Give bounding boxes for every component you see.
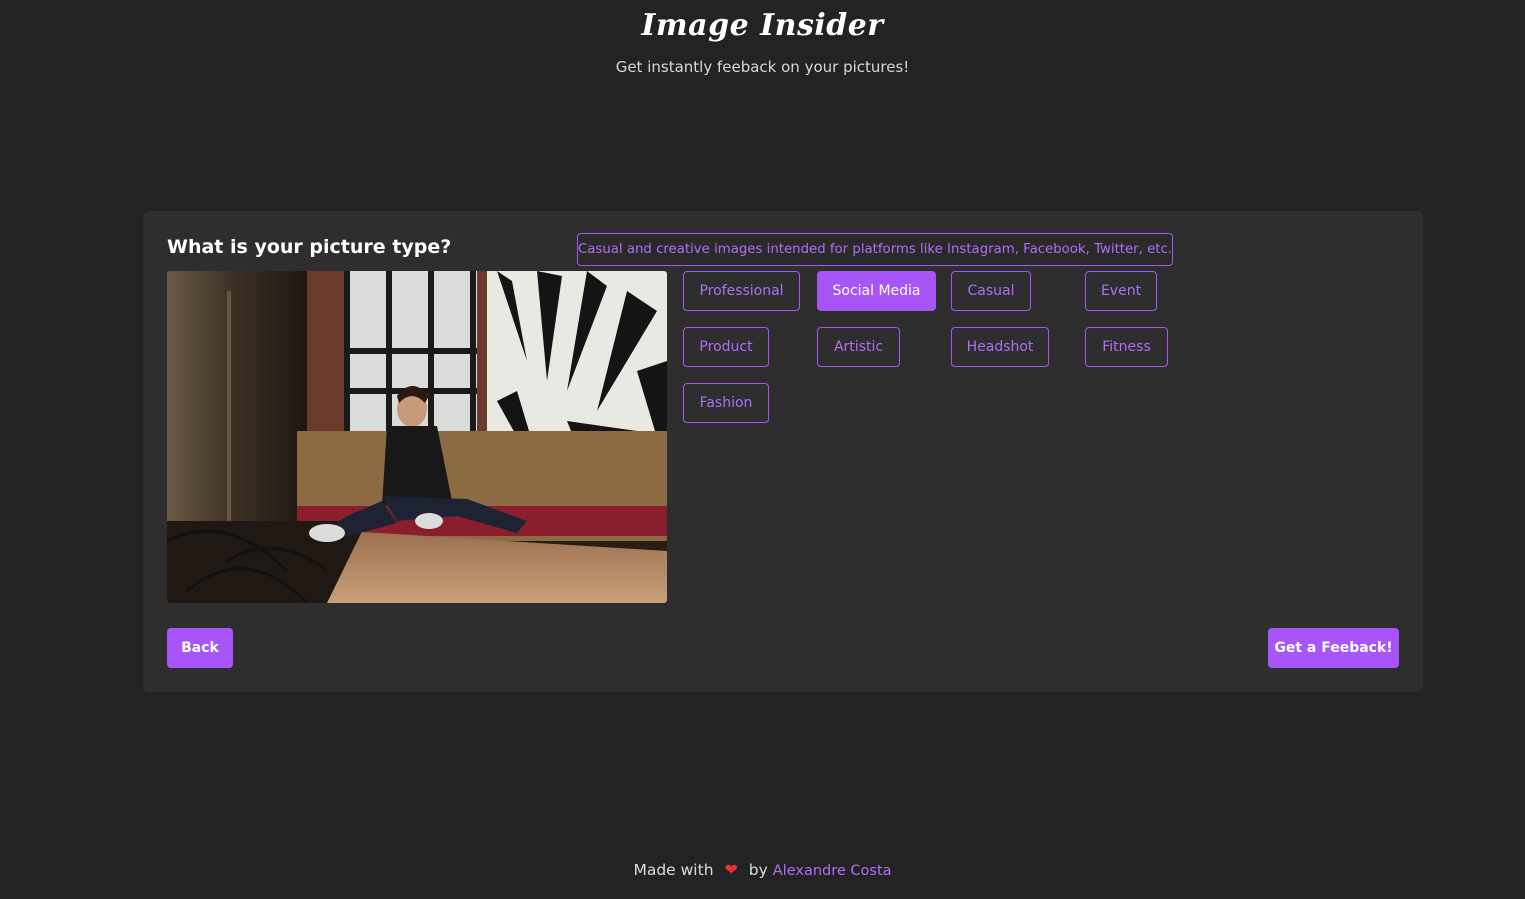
type-description-tooltip: Casual and creative images intended for … [577, 233, 1173, 266]
app-subtitle: Get instantly feeback on your pictures! [615, 58, 910, 76]
type-button-casual[interactable]: Casual [951, 271, 1031, 311]
type-button-artistic[interactable]: Artistic [817, 327, 900, 367]
type-button-event[interactable]: Event [1085, 271, 1157, 311]
app-title: Image Insider [641, 8, 884, 43]
type-button-fitness[interactable]: Fitness [1085, 327, 1168, 367]
uploaded-photo [167, 271, 667, 603]
type-button-product[interactable]: Product [683, 327, 769, 367]
get-feedback-button[interactable]: Get a Feeback! [1268, 628, 1399, 668]
heart-icon: ❤ [724, 860, 738, 879]
type-button-fashion[interactable]: Fashion [683, 383, 769, 423]
footer: Made with ❤ by Alexandre Costa [0, 860, 1525, 879]
footer-by: by [748, 861, 768, 879]
type-button-social-media[interactable]: Social Media [817, 271, 936, 311]
type-button-headshot[interactable]: Headshot [951, 327, 1049, 367]
footer-made-with: Made with [633, 861, 714, 879]
back-button[interactable]: Back [167, 628, 233, 668]
page: Image Insider Get instantly feeback on y… [0, 0, 1525, 899]
card-heading: What is your picture type? [167, 236, 452, 258]
picture-type-card: What is your picture type? Casual and cr… [143, 211, 1423, 692]
author-link[interactable]: Alexandre Costa [773, 863, 892, 879]
type-button-professional[interactable]: Professional [683, 271, 800, 311]
